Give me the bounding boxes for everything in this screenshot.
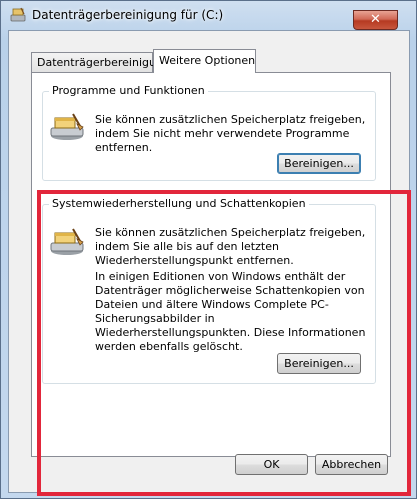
disk-cleanup-icon <box>50 113 84 140</box>
window-frame: Datenträgerbereinigung für (C:) ✕ Datent… <box>0 0 417 499</box>
restore-shadow-copies-note: In einigen Editionen von Windows enthält… <box>95 270 366 353</box>
programs-cleanup-button[interactable]: Bereinigen... <box>277 153 361 174</box>
tab-panel: Programme und Funktionen Sie können zusä… <box>31 72 391 457</box>
cancel-button[interactable]: Abbrechen <box>315 454 388 475</box>
restore-group-title: Systemwiederherstellung und Schattenkopi… <box>49 197 309 210</box>
restore-description: Sie können zusätzlichen Speicherplatz fr… <box>95 226 366 267</box>
title-bar[interactable]: Datenträgerbereinigung für (C:) ✕ <box>1 1 417 30</box>
restore-cleanup-button[interactable]: Bereinigen... <box>277 353 361 374</box>
tab-datentraegerbereinigung[interactable]: Datenträgerbereinigung <box>31 52 170 72</box>
disk-cleanup-icon <box>10 7 26 22</box>
programs-group-title: Programme und Funktionen <box>49 84 208 97</box>
disk-cleanup-icon <box>50 228 84 255</box>
window-title: Datenträgerbereinigung für (C:) <box>32 8 224 22</box>
tab-weitere-optionen[interactable]: Weitere Optionen <box>153 49 256 73</box>
dialog-body: Datenträgerbereinigung Weitere Optionen … <box>8 30 410 493</box>
ok-button[interactable]: OK <box>235 454 308 475</box>
close-button[interactable]: ✕ <box>353 10 398 30</box>
programs-description: Sie können zusätzlichen Speicherplatz fr… <box>95 113 366 154</box>
programs-group: Programme und Funktionen Sie können zusä… <box>42 84 376 181</box>
restore-group: Systemwiederherstellung und Schattenkopi… <box>42 197 376 384</box>
